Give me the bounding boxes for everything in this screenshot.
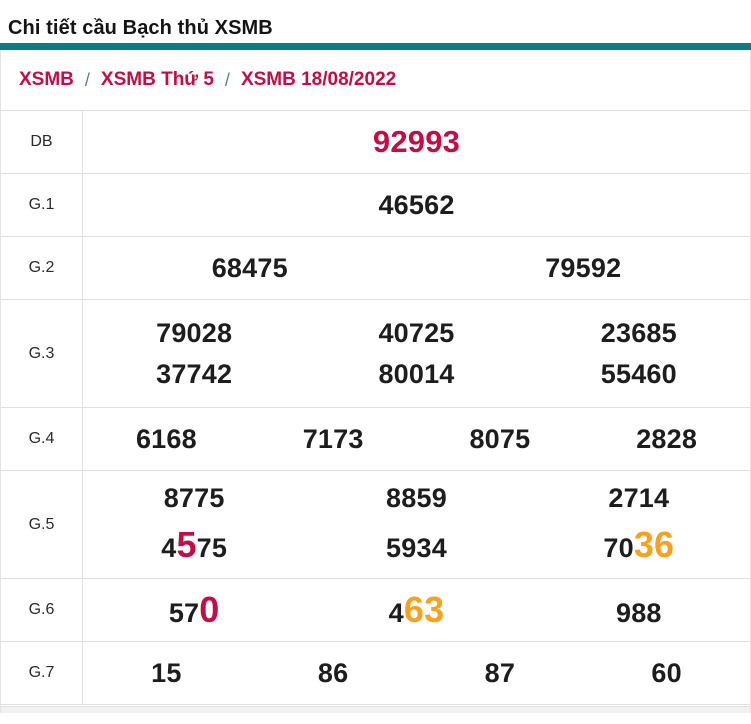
prize-value: 2714 [608, 483, 670, 513]
table-row: G.7 15 86 87 60 [1, 642, 750, 705]
table-row: G.3 79028 40725 23685 37742 80014 55460 [1, 300, 750, 408]
breadcrumb-link-date[interactable]: XSMB 18/08/2022 [241, 69, 396, 91]
prize-value: 80014 [378, 358, 455, 389]
prize-value-line: 4575 5934 7036 [83, 524, 750, 566]
prize-values: 8775 8859 2714 4575 5934 7036 [83, 471, 750, 578]
prize-label: G.3 [1, 300, 83, 407]
prize-value-line: 570 463 988 [83, 589, 750, 631]
table-row: G.5 8775 8859 2714 4575 5934 7036 [1, 471, 750, 579]
prize-values: 68475 79592 [83, 237, 750, 299]
prize-value: 55460 [600, 358, 677, 389]
prize-value: 2828 [636, 423, 698, 454]
prize-values: 92993 [83, 111, 750, 173]
prize-label: G.5 [1, 471, 83, 578]
prize-value: 7173 [302, 423, 364, 454]
breadcrumb-separator: / [224, 69, 230, 90]
prize-value: 68475 [211, 252, 288, 283]
prize-values: 15 86 87 60 [83, 642, 750, 704]
table-row: G.6 570 463 988 [1, 579, 750, 642]
prize-value: 463 [388, 589, 445, 630]
prize-value: 86 [317, 657, 349, 688]
prize-value: 5934 [386, 533, 447, 563]
breadcrumb: XSMB / XSMB Thứ 5 / XSMB 18/08/2022 [1, 50, 750, 111]
prize-value: 92993 [372, 124, 461, 159]
prize-value-line: 37742 80014 55460 [83, 359, 750, 390]
prize-value: 570 [168, 589, 220, 630]
prize-label: G.6 [1, 579, 83, 641]
page-title: Chi tiết cầu Bạch thủ XSMB [8, 17, 273, 39]
prize-value: 87 [484, 657, 516, 688]
prize-value: 988 [615, 598, 662, 628]
prize-value-line: 79028 40725 23685 [83, 318, 750, 349]
prize-label: G.1 [1, 174, 83, 236]
breadcrumb-separator: / [84, 69, 90, 90]
prize-value: 46562 [378, 189, 455, 220]
prize-value: 8075 [469, 423, 531, 454]
content-box: XSMB / XSMB Thứ 5 / XSMB 18/08/2022 DB 92… [0, 50, 751, 713]
prize-value-line: 46562 [83, 190, 750, 221]
prize-value: 4575 [161, 524, 228, 565]
prize-value-line: 68475 79592 [83, 253, 750, 284]
table-row: G.2 68475 79592 [1, 237, 750, 300]
prize-value: 7036 [603, 524, 675, 565]
breadcrumb-link-day[interactable]: XSMB Thứ 5 [101, 69, 214, 91]
breadcrumb-link-xsmb[interactable]: XSMB [19, 69, 74, 91]
table-row: G.4 6168 7173 8075 2828 [1, 408, 750, 471]
prize-values: 570 463 988 [83, 579, 750, 641]
prize-label: G.2 [1, 237, 83, 299]
prize-value: 8775 [163, 483, 225, 513]
prize-label: G.7 [1, 642, 83, 704]
prize-value: 6168 [135, 423, 197, 454]
prize-value: 79592 [545, 252, 622, 283]
prize-value-line: 92993 [83, 124, 750, 160]
prize-value: 79028 [156, 317, 233, 348]
prize-values: 79028 40725 23685 37742 80014 55460 [83, 300, 750, 407]
prize-label: DB [1, 111, 83, 173]
prize-value: 40725 [378, 317, 455, 348]
table-row: G.1 46562 [1, 174, 750, 237]
prize-value: 60 [651, 657, 682, 688]
prize-values: 6168 7173 8075 2828 [83, 408, 750, 470]
prize-value: 23685 [600, 317, 677, 348]
prize-value: 8859 [386, 483, 447, 513]
prize-value-line: 15 86 87 60 [83, 658, 750, 689]
prize-values: 46562 [83, 174, 750, 236]
prize-value: 37742 [156, 358, 233, 389]
prize-value-line: 8775 8859 2714 [83, 483, 750, 514]
prize-value: 15 [151, 657, 182, 688]
bottom-strip [1, 706, 750, 713]
prize-value-line: 6168 7173 8075 2828 [83, 424, 750, 455]
prize-table: DB 92993 G.1 46562 G.2 68475 79592 G.3 79028 4072… [1, 111, 750, 705]
table-row: DB 92993 [1, 111, 750, 174]
accent-bar [0, 43, 751, 50]
prize-label: G.4 [1, 408, 83, 470]
